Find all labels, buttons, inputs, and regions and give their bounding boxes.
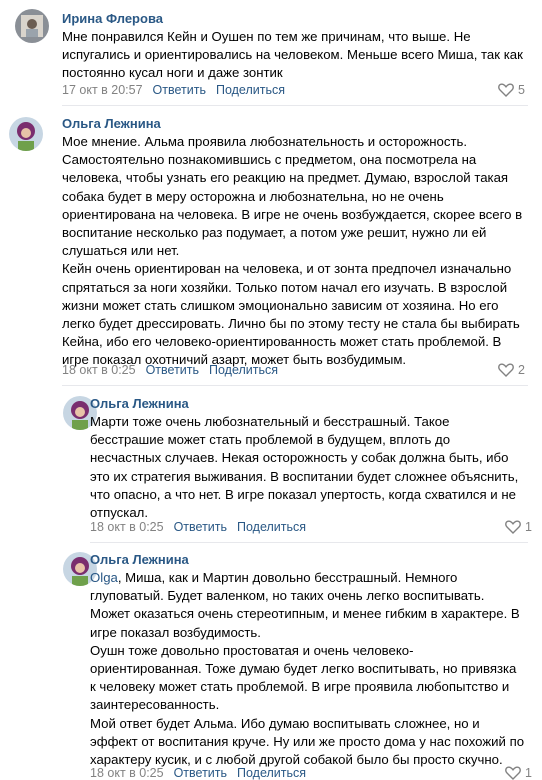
text-line: Мой ответ будет Альма. Ибо думаю воспиты…	[90, 715, 480, 731]
comment-meta: 18 окт в 0:25 Ответить Поделиться	[90, 520, 306, 534]
share-link[interactable]: Поделиться	[209, 363, 278, 377]
text-line: игре показал возбудимость.	[90, 624, 261, 640]
divider	[62, 385, 528, 386]
avatar[interactable]	[15, 9, 49, 43]
avatar[interactable]	[9, 117, 43, 151]
share-link[interactable]: Поделиться	[216, 83, 285, 97]
text-line: к человеку может стать проблемой. В игре…	[90, 679, 510, 695]
text-line: это их стратегия выживания. В воспитании…	[90, 468, 519, 484]
comment-meta: 18 окт в 0:25 Ответить Поделиться	[62, 363, 278, 377]
reply-link[interactable]: Ответить	[153, 83, 206, 97]
text-line: Самостоятельно познакомившись с предмето…	[62, 152, 477, 168]
comment-date[interactable]: 17 окт в 20:57	[62, 83, 143, 97]
like-count: 1	[525, 766, 532, 780]
text-line: Оушн тоже довольно простоватая и очень ч…	[90, 642, 414, 658]
text-line: Кейна, ибо его человеко-ориентированност…	[62, 334, 502, 350]
comment-meta: 18 окт в 0:25 Ответить Поделиться	[90, 766, 306, 780]
comment-date[interactable]: 18 окт в 0:25	[62, 363, 136, 377]
divider	[62, 105, 528, 106]
reply-link[interactable]: Ответить	[146, 363, 199, 377]
mention-link[interactable]: Olga	[90, 570, 118, 585]
comment-text: Olga, Миша, как и Мартин довольно бесстр…	[90, 569, 524, 769]
text-line: ориентирована на человека. В игре не оче…	[62, 206, 523, 222]
comment-date[interactable]: 18 окт в 0:25	[90, 766, 164, 780]
like-count: 2	[518, 363, 525, 377]
text-line: что опасно, а что нет. В игре показал уп…	[90, 486, 516, 502]
text-line: ориентированная. Тоже думаю будет легко …	[90, 661, 517, 677]
text-line: жизни может стать слишком эмоционально з…	[62, 297, 499, 313]
text-line: глуповатый. Будет валенком, но таких оче…	[90, 588, 485, 604]
heart-icon	[498, 83, 514, 97]
text-line: Может оказаться очень стереотипным, и ме…	[90, 606, 520, 622]
heart-icon	[505, 520, 521, 534]
text-line: Мне понравился Кейн и Оушен по тем же пр…	[62, 29, 471, 44]
text-line: бесстрашие может стать проблемой в будущ…	[90, 432, 451, 448]
share-link[interactable]: Поделиться	[237, 520, 306, 534]
comment-text: Мое мнение. Альма проявила любознательно…	[62, 133, 522, 370]
text-line: эффект от воспитания круче. Ну или же пр…	[90, 733, 525, 749]
share-link[interactable]: Поделиться	[237, 766, 306, 780]
like-button[interactable]: 1	[505, 520, 532, 534]
text-line: Кейн очень ориентирован на человека, и о…	[62, 261, 512, 277]
like-count: 1	[525, 520, 532, 534]
comment-date[interactable]: 18 окт в 0:25	[90, 520, 164, 534]
comment-author[interactable]: Ольга Лежнина	[90, 552, 189, 567]
heart-icon	[505, 766, 521, 780]
like-button[interactable]: 2	[498, 363, 525, 377]
comment-author[interactable]: Ирина Флерова	[62, 11, 163, 26]
divider	[90, 542, 528, 543]
text-line: Марти тоже очень любознательный и бесстр…	[90, 414, 450, 429]
comment-author[interactable]: Ольга Лежнина	[62, 116, 161, 131]
comment-author[interactable]: Ольга Лежнина	[90, 396, 189, 411]
text-line: несчастных случаев. Некая осторожность у…	[90, 450, 509, 466]
comment-meta: 17 окт в 20:57 Ответить Поделиться	[62, 83, 285, 97]
text-line: легко будет дрессировать. Лично бы по эт…	[62, 316, 520, 332]
text-segment: , Миша, как и Мартин довольно бесстрашны…	[117, 570, 458, 585]
text-line: заинтересованность.	[90, 697, 220, 713]
comment-text: Марти тоже очень любознательный и бесстр…	[90, 413, 518, 522]
like-button[interactable]: 1	[505, 766, 532, 780]
heart-icon	[498, 363, 514, 377]
text-line: собака будет в меру осторожна и любознат…	[62, 188, 444, 204]
like-count: 5	[518, 83, 525, 97]
comment-text: Мне понравился Кейн и Оушен по тем же пр…	[62, 28, 523, 83]
reply-link[interactable]: Ответить	[174, 766, 227, 780]
like-button[interactable]: 5	[498, 83, 525, 97]
text-line: постоянно кусал ноги и даже зонтик	[62, 65, 283, 81]
text-line: слушаться или нет.	[62, 243, 180, 259]
text-line: Мое мнение. Альма проявила любознательно…	[62, 134, 468, 149]
reply-link[interactable]: Ответить	[174, 520, 227, 534]
text-line: испугались и ориентировались на человеко…	[62, 47, 523, 63]
text-line: Olga, Миша, как и Мартин довольно бесстр…	[90, 569, 524, 587]
text-line: спрятаться за ноги хозяйки. Только потом…	[62, 279, 508, 295]
text-line: воспитание несколько раз подумает, а пот…	[62, 225, 487, 241]
text-line: человека, чтобы узнать его реакцию на пр…	[62, 170, 509, 186]
